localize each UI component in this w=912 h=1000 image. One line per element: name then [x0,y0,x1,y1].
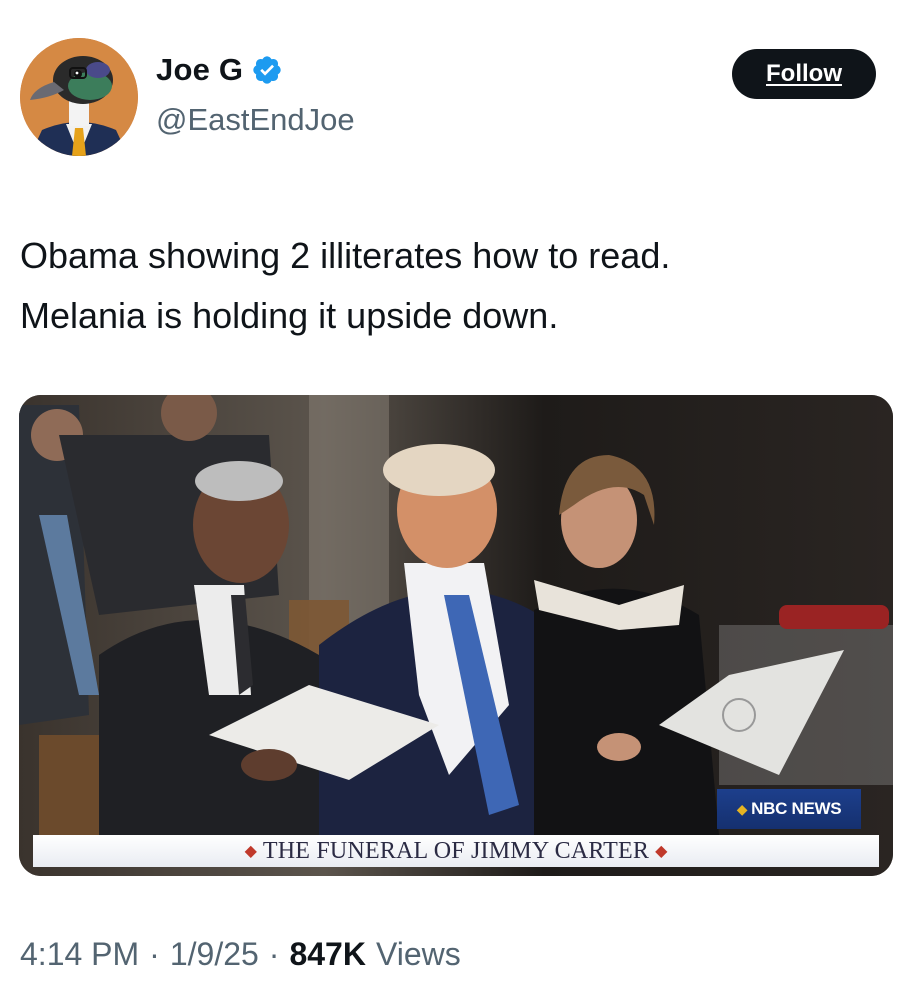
lower-third-caption-bar: ◆ THE FUNERAL OF JIMMY CARTER ◆ [33,835,879,867]
network-badge-label: NBC NEWS [751,799,842,818]
verified-badge-icon [253,56,281,84]
diamond-ornament-icon: ◆ [244,843,257,860]
lower-third-caption: THE FUNERAL OF JIMMY CARTER [262,837,650,864]
tweet-time[interactable]: 4:14 PM [20,936,139,973]
tweet-text-line: Melania is holding it upside down. [20,295,559,336]
meta-separator: · [149,936,160,972]
avatar[interactable] [20,38,138,156]
peacock-logo-icon: ◆ [736,800,748,817]
tweet-media-image[interactable]: ◆ NBC NEWS ◆ THE FUNERAL OF JIMMY CARTER… [19,395,893,876]
views-count[interactable]: 847K [289,936,366,973]
nbc-news-badge: ◆ NBC NEWS [717,789,861,829]
tweet-text-line: Obama showing 2 illiterates how to read. [20,235,671,276]
duck-avatar-icon [20,38,138,156]
tweet-text: Obama showing 2 illiterates how to read.… [20,226,890,346]
tweet-meta: 4:14 PM · 1/9/25 · 847K Views [20,936,461,973]
tweet-date[interactable]: 1/9/25 [170,936,259,973]
views-label[interactable]: Views [376,936,461,973]
author-display-name[interactable]: Joe G [156,52,243,88]
meta-separator: · [268,936,280,972]
diamond-ornament-icon: ◆ [655,843,668,860]
author-name-row[interactable]: Joe G [156,52,283,88]
author-handle[interactable]: @EastEndJoe [156,102,355,138]
follow-button[interactable]: Follow [732,49,876,99]
